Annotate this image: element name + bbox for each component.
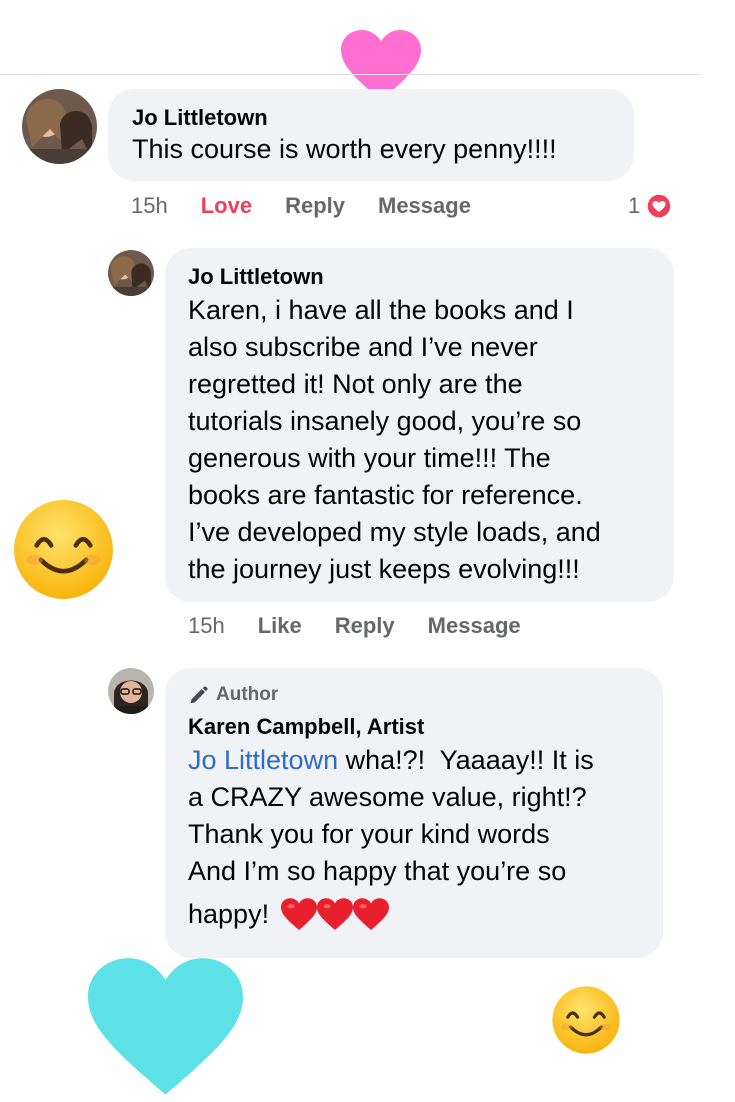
reply-text-line: also subscribe and I’ve never [188, 332, 538, 362]
reply-text-line: books are fantastic for reference. [188, 480, 583, 510]
love-reaction-button[interactable]: Love [201, 193, 252, 219]
red-hearts [281, 898, 390, 931]
pencil-icon [190, 685, 208, 703]
comment-actions: 15h Love Reply Message [131, 193, 504, 219]
mention-link[interactable]: Jo Littletown [188, 745, 338, 775]
author-badge: Author [188, 682, 663, 708]
reply-button[interactable]: Reply [335, 613, 395, 639]
love-reaction-icon [646, 193, 672, 219]
red-heart-emoji-icon [317, 898, 354, 930]
reply-text-line: happy! [188, 896, 663, 933]
reply-text-line: Jo Littletown wha!?! Yaaaay!! It is [188, 742, 663, 779]
author-reply-bubble: Author Karen Campbell, Artist Jo Littlet… [165, 668, 663, 958]
red-heart-emoji-icon [281, 898, 318, 930]
smiling-face-emoji-icon [14, 500, 113, 599]
reply-button[interactable]: Reply [285, 193, 345, 219]
avatar-jo-littletown-small[interactable] [108, 250, 154, 296]
message-button[interactable]: Message [428, 613, 521, 639]
reply-author-name[interactable]: Karen Campbell, Artist [188, 714, 663, 740]
comment-author-name[interactable]: Jo Littletown [132, 105, 634, 131]
smiling-face-emoji-icon [552, 986, 620, 1054]
reply-timestamp[interactable]: 15h [188, 613, 225, 639]
reaction-count[interactable]: 1 [628, 193, 672, 219]
reply-text-line: I’ve developed my style loads, and [188, 517, 601, 547]
reply-text-line: And I’m so happy that you’re so [188, 856, 567, 886]
reply-text-segment: wha!?! Yaaaay!! It is [338, 745, 594, 775]
message-button[interactable]: Message [378, 193, 471, 219]
comment-timestamp[interactable]: 15h [131, 193, 168, 219]
reply-author-name[interactable]: Jo Littletown [188, 264, 674, 290]
reply-text-line: regretted it! Not only are the [188, 369, 523, 399]
reply-text-line: the journey just keeps evolving!!! [188, 554, 580, 584]
reply-text-line: a CRAZY awesome value, right!? [188, 782, 587, 812]
author-badge-label: Author [216, 684, 279, 705]
reply-text-line: Karen, i have all the books and I [188, 295, 574, 325]
comment-bubble: Jo Littletown This course is worth every… [108, 89, 634, 181]
reply-text-line: generous with your time!!! The [188, 443, 551, 473]
teal-heart-sticker-icon [88, 958, 243, 1095]
divider [0, 74, 700, 75]
avatar-karen-campbell[interactable] [108, 668, 154, 714]
reply-text-line: tutorials insanely good, you’re so [188, 406, 582, 436]
avatar-jo-littletown[interactable] [22, 89, 97, 164]
reaction-count-value: 1 [628, 193, 641, 218]
comment-text: This course is worth every penny!!!! [132, 134, 557, 164]
reply-text-line: Thank you for your kind words [188, 819, 550, 849]
reply-bubble: Jo Littletown Karen, i have all the book… [165, 248, 674, 602]
reply-text-segment: happy! [188, 899, 270, 929]
red-heart-emoji-icon [353, 898, 390, 930]
reply-actions: 15h Like Reply Message [188, 613, 554, 639]
like-button[interactable]: Like [258, 613, 302, 639]
